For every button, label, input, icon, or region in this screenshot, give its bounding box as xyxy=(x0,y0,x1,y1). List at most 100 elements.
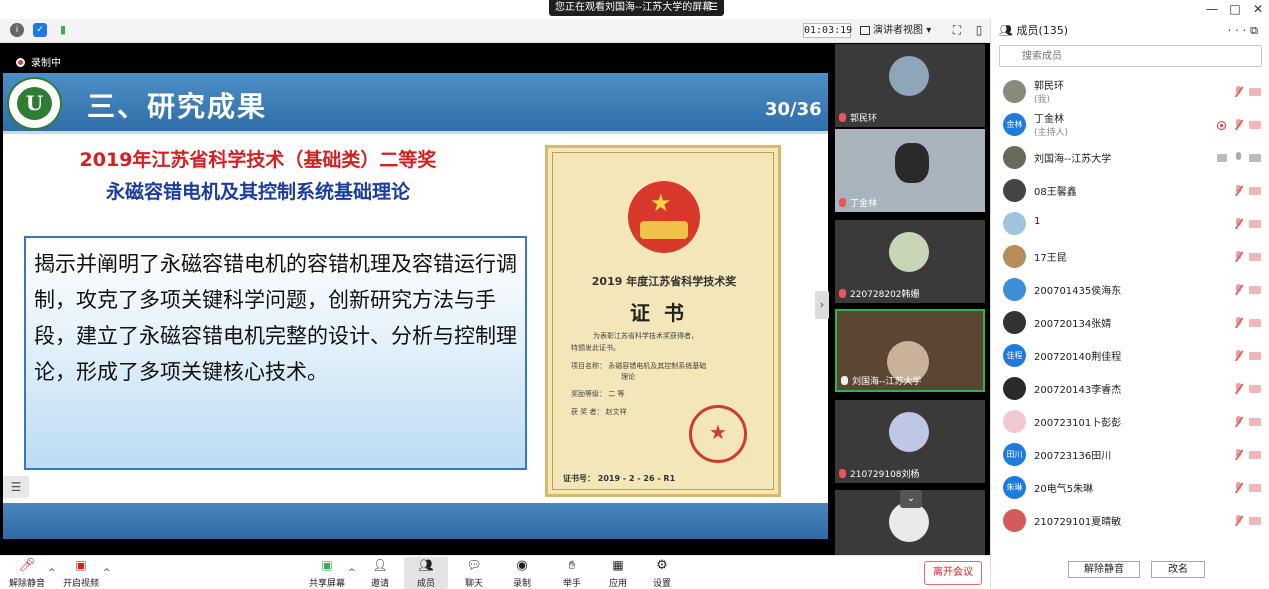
mic-muted-icon[interactable] xyxy=(1234,317,1243,328)
camera-off-icon[interactable] xyxy=(1249,220,1261,228)
list-item[interactable]: 田川 200723136田川 xyxy=(991,438,1269,471)
mic-muted-icon[interactable] xyxy=(1234,350,1243,361)
mic-muted-icon[interactable] xyxy=(1234,383,1243,394)
maximize-button[interactable]: □ xyxy=(1224,0,1246,19)
camera-off-icon[interactable] xyxy=(1249,517,1261,525)
camera-off-icon: ▣ xyxy=(75,558,87,572)
mic-muted-icon[interactable] xyxy=(1234,218,1243,229)
camera-off-icon[interactable] xyxy=(1249,187,1261,195)
mic-muted-icon[interactable] xyxy=(1234,482,1243,493)
minimize-button[interactable]: — xyxy=(1201,0,1223,19)
camera-off-icon[interactable] xyxy=(1249,451,1261,459)
start-video-button[interactable]: ▣ 开启视频 xyxy=(60,557,102,589)
list-item[interactable]: 佳程 200720140荆佳程 xyxy=(991,339,1269,372)
rename-button[interactable]: 改名 xyxy=(1151,561,1205,578)
mic-muted-icon[interactable] xyxy=(1234,449,1243,460)
list-item[interactable]: 210729101夏晴敏 xyxy=(991,504,1269,537)
audio-options-caret[interactable]: ^ xyxy=(48,568,56,578)
video-tile[interactable]: 丁金林 xyxy=(835,129,985,212)
mic-icon[interactable] xyxy=(1234,152,1243,163)
invite-icon: 👤︎ xyxy=(372,558,388,572)
mic-muted-icon[interactable] xyxy=(1234,284,1243,295)
member-name: 刘国海--江苏大学 xyxy=(1034,154,1112,165)
info-icon[interactable]: i xyxy=(10,23,24,37)
popout-icon[interactable]: ⧉ xyxy=(1250,24,1262,37)
avatar xyxy=(1003,410,1026,433)
chevron-down-icon[interactable]: ⌄ xyxy=(900,490,922,508)
list-icon[interactable]: ☰ xyxy=(3,476,29,498)
list-item[interactable]: 朱琳 20电气5朱琳 xyxy=(991,471,1269,504)
settings-button[interactable]: ⚙ 设置 xyxy=(648,557,676,589)
list-item[interactable]: 08王馨鑫 xyxy=(991,174,1269,207)
tile-name: 郭民环 xyxy=(839,111,877,124)
shield-icon[interactable]: ✓ xyxy=(33,23,47,37)
camera-off-icon[interactable] xyxy=(1249,286,1261,294)
certificate-border: 2019 年度江苏省科学技术奖 证书 为表彰江苏省科学技术奖获得者， 特颁发此证… xyxy=(552,152,774,490)
invite-button[interactable]: 👤︎ 邀请 xyxy=(366,557,394,589)
unmute-button[interactable]: 🎤︎ 解除静音 xyxy=(6,557,48,589)
camera-icon[interactable] xyxy=(1249,154,1261,162)
mic-muted-icon[interactable] xyxy=(1234,251,1243,262)
list-item[interactable]: 200701435侯海东 xyxy=(991,273,1269,306)
apps-button[interactable]: ▦ 应用 xyxy=(604,557,632,589)
search-members-input[interactable] xyxy=(999,45,1262,67)
certificate-project: 项目名称： 永磁容错电机及其控制系统基础 xyxy=(571,362,707,370)
record-button[interactable]: ◉ 录制 xyxy=(508,557,536,589)
member-name: 200701435侯海东 xyxy=(1034,286,1122,297)
signal-icon[interactable]: ▮ xyxy=(56,23,70,37)
list-item[interactable]: 金林 丁金林 (主持人) xyxy=(991,108,1269,141)
recording-icon xyxy=(1217,121,1226,130)
video-tile-active-speaker[interactable]: 刘国海--江苏大学 xyxy=(835,309,985,392)
list-item[interactable]: 刘国海--江苏大学 xyxy=(991,141,1269,174)
members-panel: 👥︎ 成员(135) ···⧉ 郭民环 (我) 金林 丁金林 (主持人) 刘国海… xyxy=(990,19,1269,589)
video-tile[interactable]: 郭民环 xyxy=(835,44,985,127)
camera-off-icon[interactable] xyxy=(1249,88,1261,96)
chat-button[interactable]: 💬︎ 聊天 xyxy=(460,557,488,589)
fullscreen-icon[interactable]: ⛶ xyxy=(950,23,964,37)
view-label: 演讲者视图 xyxy=(873,25,923,36)
people-icon: 👥︎ xyxy=(999,24,1017,37)
mic-muted-icon[interactable] xyxy=(1234,119,1243,130)
more-icon[interactable]: ··· xyxy=(1228,24,1251,37)
members-button[interactable]: 👥︎ 成员(99+) xyxy=(404,557,448,589)
member-name: 丁金林 xyxy=(1034,114,1064,125)
camera-off-icon[interactable] xyxy=(1249,484,1261,492)
leave-meeting-button[interactable]: 离开会议 xyxy=(924,561,982,585)
menu-icon[interactable]: ☰ xyxy=(709,0,718,16)
video-tile[interactable]: 210729108刘杨 xyxy=(835,400,985,483)
list-item[interactable]: 17王昆 xyxy=(991,240,1269,273)
unmute-all-button[interactable]: 解除静音 xyxy=(1068,561,1140,578)
close-button[interactable]: ✕ xyxy=(1247,0,1269,19)
national-emblem-icon xyxy=(628,181,700,253)
list-item[interactable]: 200720143李睿杰 xyxy=(991,372,1269,405)
list-item[interactable]: 1 xyxy=(991,207,1269,240)
share-banner[interactable]: 您正在观看刘国海--江苏大学的屏幕 ☰ xyxy=(549,0,724,16)
avatar xyxy=(889,232,929,272)
video-options-caret[interactable]: ^ xyxy=(103,568,111,578)
list-item[interactable]: 郭民环 (我) xyxy=(991,75,1269,108)
camera-off-icon[interactable] xyxy=(1249,352,1261,360)
camera-off-icon[interactable] xyxy=(1249,418,1261,426)
camera-off-icon[interactable] xyxy=(1249,385,1261,393)
certificate-line-1: 为表彰江苏省科学技术奖获得者， xyxy=(593,332,698,340)
mic-muted-icon[interactable] xyxy=(1234,185,1243,196)
share-options-caret[interactable]: ^ xyxy=(348,568,356,578)
share-screen-button[interactable]: ▣ 共享屏幕 xyxy=(308,557,346,589)
camera-off-icon[interactable] xyxy=(1249,121,1261,129)
video-tile[interactable]: 220728202韩姗 xyxy=(835,220,985,303)
avatar xyxy=(1003,80,1026,103)
mic-muted-icon[interactable] xyxy=(1234,416,1243,427)
camera-off-icon[interactable] xyxy=(1249,319,1261,327)
mic-muted-icon[interactable] xyxy=(1234,86,1243,97)
speaker-view-button[interactable]: 演讲者视图 ▾ xyxy=(860,23,940,38)
mic-muted-icon[interactable] xyxy=(1234,515,1243,526)
collapse-tiles-button[interactable]: › xyxy=(815,291,829,319)
list-item[interactable]: 200720134张婧 xyxy=(991,306,1269,339)
raise-hand-button[interactable]: ✋︎ 举手 xyxy=(558,557,586,589)
list-item[interactable]: 200723101卜彭彭 xyxy=(991,405,1269,438)
slide-footer-stripe xyxy=(3,503,828,539)
avatar: 金林 xyxy=(1003,113,1026,136)
sidebar-toggle-icon[interactable]: ▯ xyxy=(972,23,986,37)
camera-off-icon[interactable] xyxy=(1249,253,1261,261)
university-logo-icon: U xyxy=(7,77,62,130)
